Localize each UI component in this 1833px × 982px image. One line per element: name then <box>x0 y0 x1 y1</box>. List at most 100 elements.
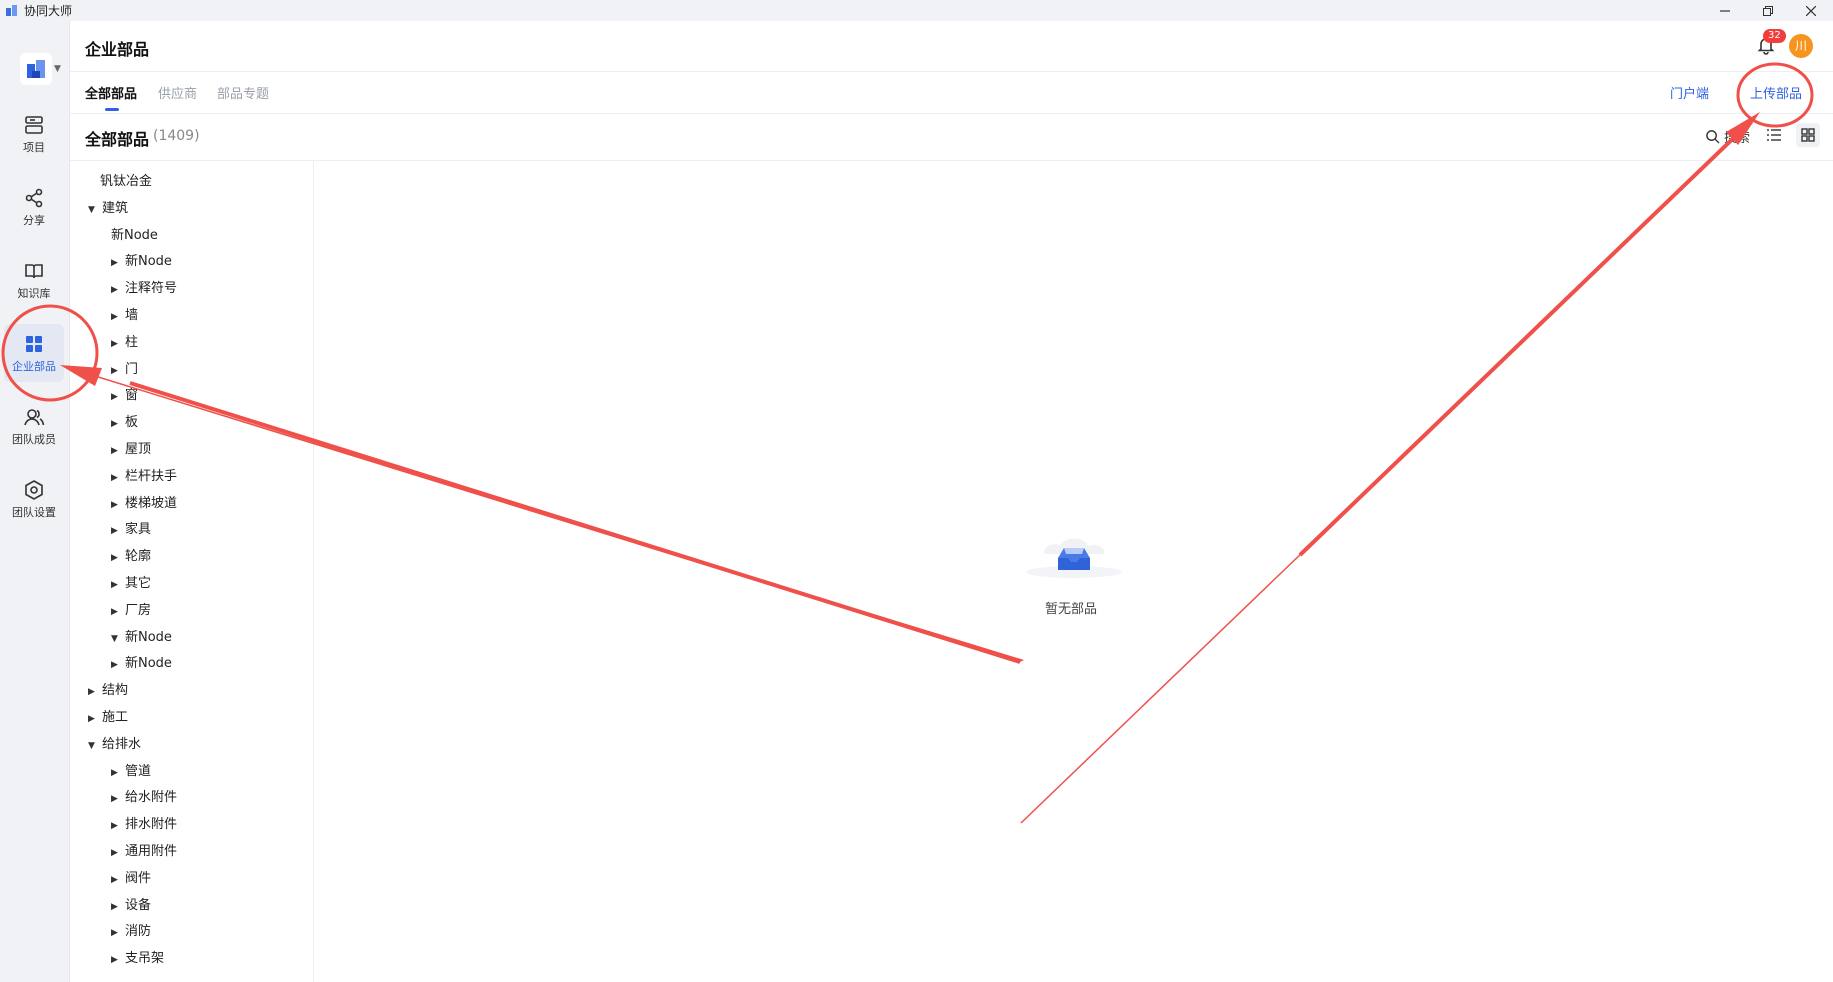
tree-node[interactable]: ▶ 施工 <box>88 705 128 731</box>
grid-icon <box>26 335 42 352</box>
caret-right-icon[interactable]: ▶ <box>111 545 125 571</box>
tab-part-topics[interactable]: 部品专题 <box>217 83 269 102</box>
tree-node[interactable]: ▶ 楼梯坡道 <box>111 491 177 517</box>
caret-right-icon[interactable]: ▶ <box>111 438 125 464</box>
parts-count: (1409) <box>153 128 200 144</box>
tab-suppliers[interactable]: 供应商 <box>158 83 197 102</box>
tab-all-parts[interactable]: 全部部品 <box>85 83 137 102</box>
caret-right-icon[interactable]: ▶ <box>111 411 125 437</box>
tree-node-label: 注释符号 <box>125 281 178 297</box>
tree-node[interactable]: ▶ 墙 <box>111 303 138 329</box>
rail-item-team-members[interactable]: 团队成员 <box>4 397 64 455</box>
tree-node[interactable]: ▶ 注释符号 <box>111 276 177 302</box>
caret-right-icon[interactable]: ▶ <box>111 384 125 410</box>
tree-node[interactable]: ▶ 支吊架 <box>111 946 164 972</box>
list-view-icon[interactable] <box>1766 127 1782 143</box>
caret-right-icon[interactable]: ▶ <box>111 867 125 893</box>
tree-node[interactable]: ▼ 新Node <box>111 625 172 651</box>
caret-down-icon[interactable]: ▼ <box>88 733 102 759</box>
active-tab-indicator <box>105 108 119 111</box>
tree-node-label: 新Node <box>125 629 172 645</box>
workspace-logo-icon[interactable] <box>18 51 54 87</box>
portal-link[interactable]: 门户端 <box>1670 83 1709 102</box>
tree-node[interactable]: ▶ 阀件 <box>111 866 151 892</box>
tree-node[interactable]: ▶ 屋顶 <box>111 437 151 463</box>
tree-node[interactable]: ▶ 轮廓 <box>111 544 151 570</box>
caret-right-icon[interactable]: ▶ <box>111 358 125 384</box>
tree-node-label: 厂房 <box>125 602 152 618</box>
caret-down-icon[interactable]: ▼ <box>88 197 102 223</box>
avatar[interactable]: 川 <box>1789 34 1813 58</box>
caret-right-icon[interactable]: ▶ <box>111 920 125 946</box>
section-title: 全部部品 <box>85 130 150 149</box>
caret-right-icon[interactable]: ▶ <box>111 813 125 839</box>
tree-node[interactable]: ▼ 给排水 <box>88 732 141 758</box>
rail-item-team-settings[interactable]: 团队设置 <box>4 470 64 528</box>
left-nav-rail: ▼ 项目 分享 知识库 企业部品 团队成员 团队设置 <box>0 21 70 982</box>
caret-right-icon[interactable]: ▶ <box>111 572 125 598</box>
workspace-switch-caret-icon[interactable]: ▼ <box>54 64 61 74</box>
caret-right-icon[interactable]: ▶ <box>111 840 125 866</box>
tree-node[interactable]: ▶ 排水附件 <box>111 812 177 838</box>
tree-node-label: 墙 <box>125 308 139 323</box>
caret-right-icon[interactable]: ▶ <box>111 277 125 303</box>
caret-right-icon[interactable]: ▶ <box>111 331 125 357</box>
tree-node[interactable]: ▼ 建筑 <box>88 196 128 222</box>
grid-view-button[interactable] <box>1796 123 1820 147</box>
tree-node-label: 给水附件 <box>125 790 178 806</box>
book-icon <box>25 263 43 278</box>
rail-item-knowledge-base[interactable]: 知识库 <box>4 251 64 309</box>
tree-node-label: 支吊架 <box>125 951 165 967</box>
tree-node-label: 门 <box>125 361 139 377</box>
tree-node[interactable]: ▶ 柱 <box>111 330 138 356</box>
caret-right-icon[interactable]: ▶ <box>111 894 125 920</box>
caret-right-icon[interactable]: ▶ <box>111 465 125 491</box>
caret-down-icon[interactable]: ▼ <box>111 626 125 652</box>
tree-node[interactable]: ▶ 管道 <box>111 759 151 785</box>
caret-right-icon[interactable]: ▶ <box>111 786 125 812</box>
caret-right-icon[interactable]: ▶ <box>88 679 102 705</box>
caret-right-icon[interactable]: ▶ <box>111 518 125 544</box>
tree-node[interactable]: 新Node <box>111 223 158 249</box>
tree-node[interactable]: ▶ 门 <box>111 357 138 383</box>
tree-node[interactable]: ▶ 板 <box>111 410 138 436</box>
tree-node[interactable]: 钒钛冶金 <box>100 169 152 195</box>
tree-node[interactable]: ▶ 给水附件 <box>111 785 177 811</box>
rail-item-label: 企业部品 <box>12 359 56 373</box>
search-button[interactable]: 搜索 <box>1705 127 1750 146</box>
caret-right-icon[interactable]: ▶ <box>111 652 125 678</box>
tree-node[interactable]: ▶ 设备 <box>111 893 151 919</box>
caret-right-icon[interactable]: ▶ <box>88 706 102 732</box>
rail-item-label: 项目 <box>23 140 45 154</box>
empty-state-text: 暂无部品 <box>1045 602 1098 617</box>
close-window-button[interactable] <box>1791 0 1831 21</box>
tree-node[interactable]: ▶ 通用附件 <box>111 839 177 865</box>
upload-part-button[interactable]: 上传部品 <box>1750 83 1802 102</box>
tree-node-label: 施工 <box>102 710 129 725</box>
caret-right-icon[interactable]: ▶ <box>111 599 125 625</box>
restore-button[interactable] <box>1748 0 1788 21</box>
rail-item-project[interactable]: 项目 <box>4 105 64 163</box>
tree-node[interactable]: ▶ 栏杆扶手 <box>111 464 177 490</box>
notification-badge: 32 <box>1763 29 1786 43</box>
tree-node[interactable]: ▶ 其它 <box>111 571 151 597</box>
tree-node[interactable]: ▶ 结构 <box>88 678 128 704</box>
tree-node[interactable]: ▶ 厂房 <box>111 598 151 624</box>
tree-node-label: 设备 <box>125 897 152 913</box>
tree-node[interactable]: ▶ 新Node <box>111 651 172 677</box>
caret-right-icon[interactable]: ▶ <box>111 947 125 973</box>
restore-icon <box>1763 5 1773 16</box>
rail-item-enterprise-parts[interactable]: 企业部品 <box>4 324 64 382</box>
project-icon <box>25 115 43 134</box>
caret-right-icon[interactable]: ▶ <box>111 250 125 276</box>
minimize-button[interactable] <box>1705 0 1745 21</box>
caret-right-icon[interactable]: ▶ <box>111 760 125 786</box>
rail-item-share[interactable]: 分享 <box>4 178 64 236</box>
caret-right-icon[interactable]: ▶ <box>111 304 125 330</box>
tree-node[interactable]: ▶ 窗 <box>111 383 138 409</box>
tree-node[interactable]: ▶ 新Node <box>111 249 172 275</box>
tree-node[interactable]: ▶ 消防 <box>111 919 151 945</box>
caret-right-icon[interactable]: ▶ <box>111 492 125 518</box>
tree-node[interactable]: ▶ 家具 <box>111 517 151 543</box>
grid-view-icon <box>1801 128 1815 142</box>
